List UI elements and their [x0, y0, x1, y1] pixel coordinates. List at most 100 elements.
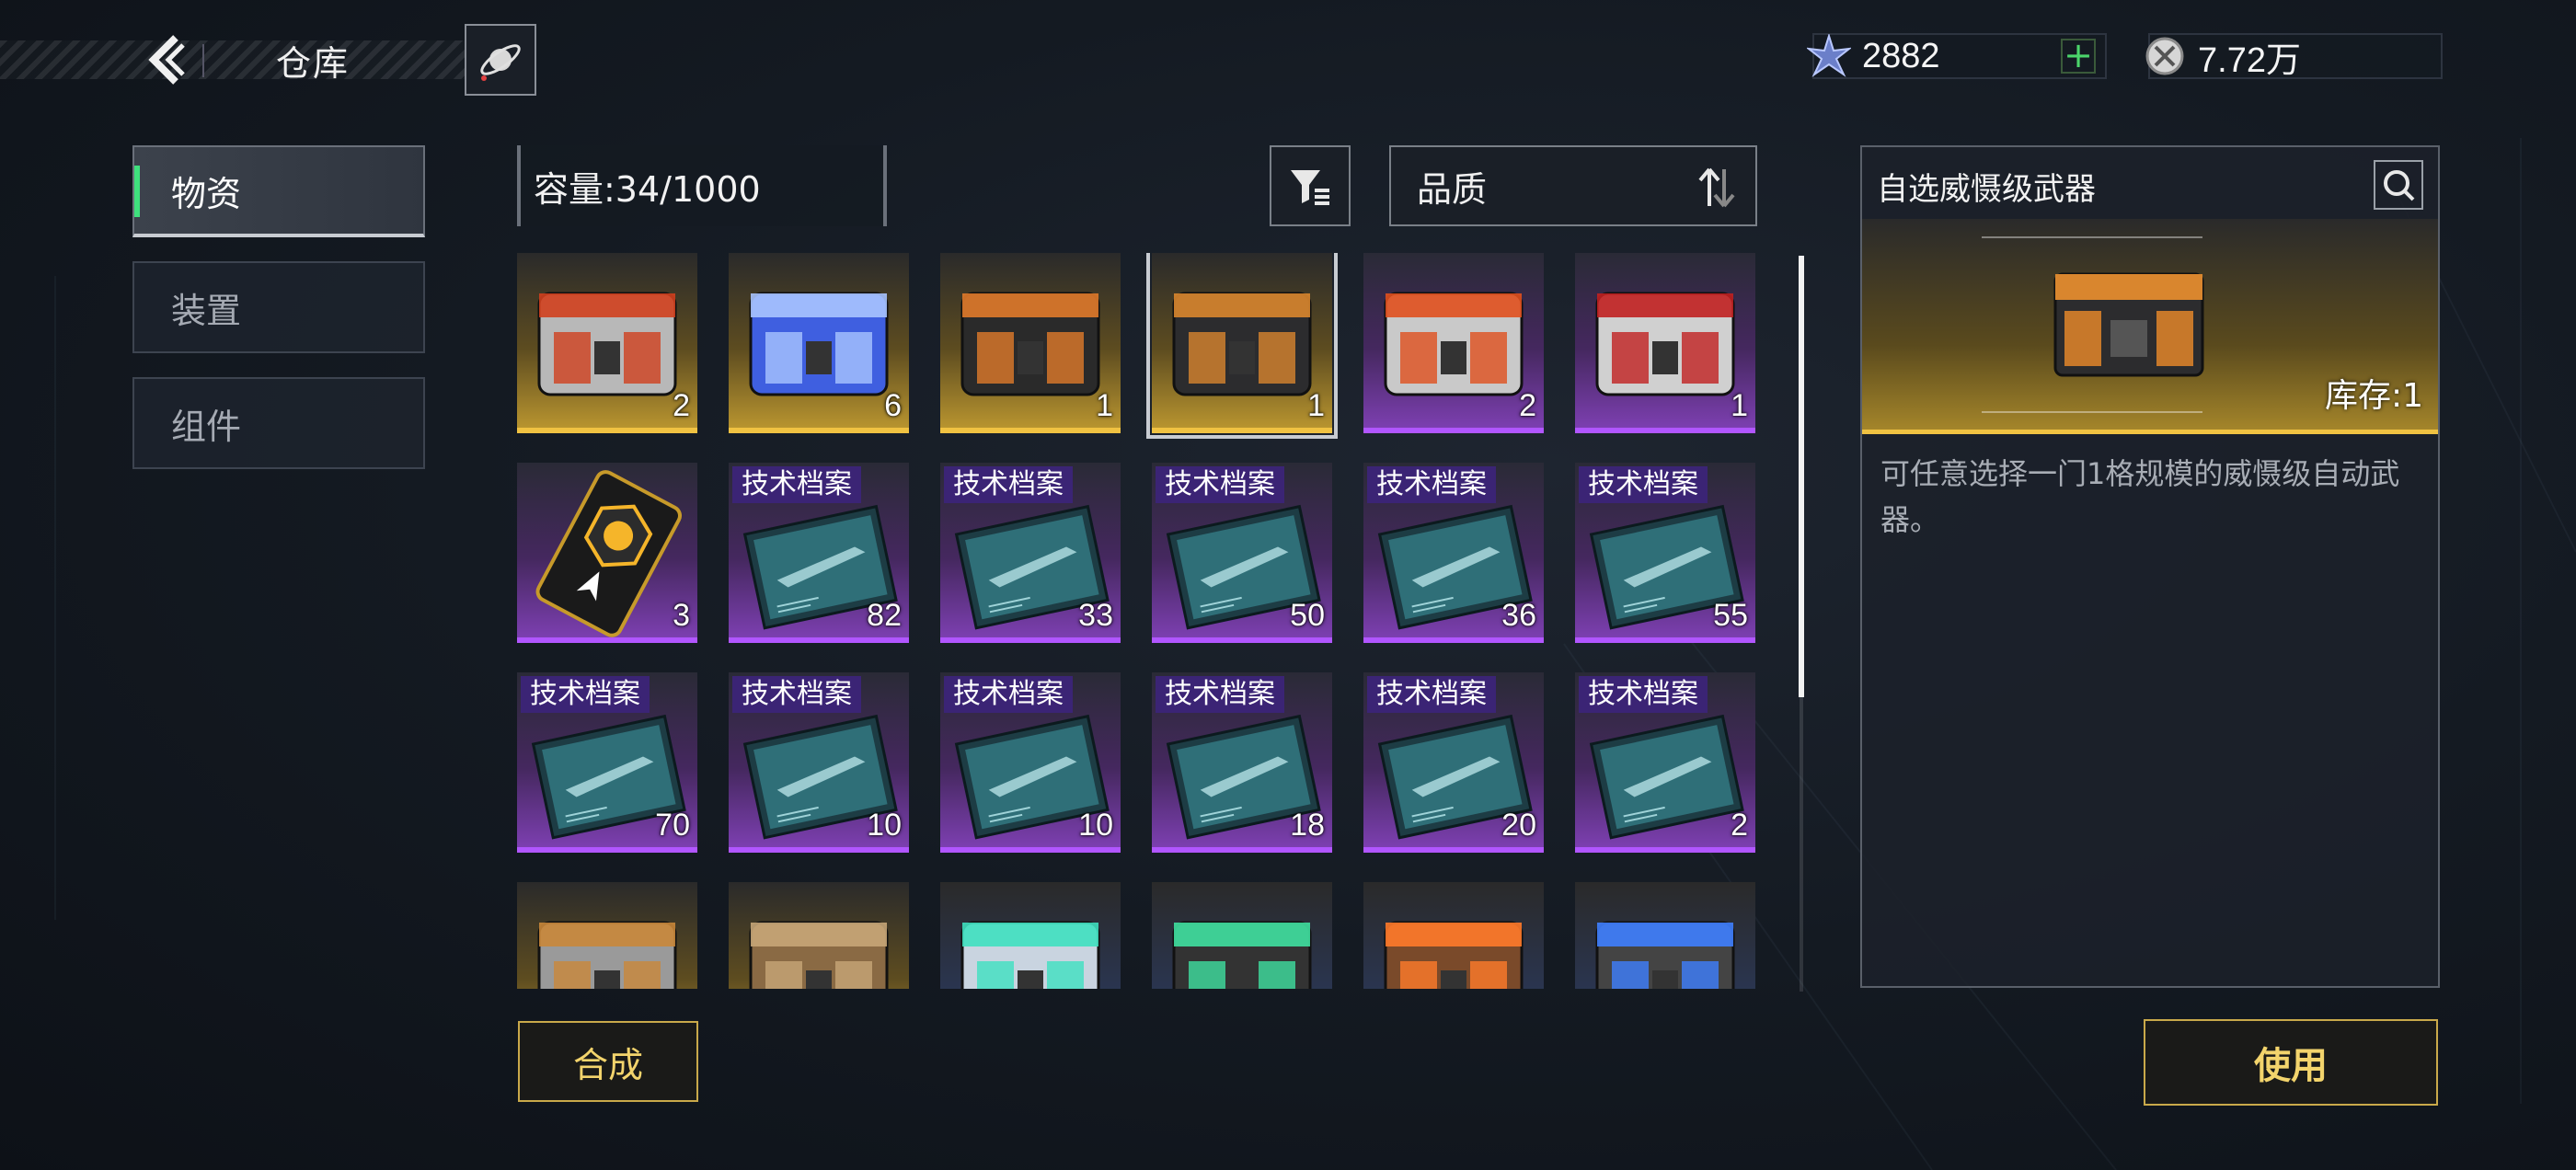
crystal-amount: 2882	[1862, 36, 1940, 75]
ore-chunk-icon	[749, 921, 889, 989]
inventory-item[interactable]: 技术档案 10	[940, 672, 1121, 853]
coin-currency: 7.72万	[2145, 33, 2443, 80]
back-arrow-icon	[148, 35, 185, 85]
item-quantity: 50	[1290, 598, 1325, 633]
inventory-item[interactable]: 6	[729, 253, 909, 433]
inventory-item[interactable]: 1	[1575, 253, 1755, 433]
core-cube-icon	[1384, 921, 1524, 989]
tab-label: 装置	[171, 290, 242, 331]
crystal-currency: 2882 +	[1807, 33, 2107, 79]
filter-icon	[1291, 170, 1329, 205]
sort-label: 品质	[1417, 168, 1488, 210]
item-description: 可任意选择一门1格规模的威慑级自动武器。	[1880, 456, 2400, 537]
item-quantity: 70	[655, 808, 690, 843]
tab-devices[interactable]: 装置	[132, 261, 425, 353]
inspect-button[interactable]	[2374, 160, 2423, 210]
item-tag: 技术档案	[1367, 676, 1496, 713]
planet-button[interactable]	[465, 24, 536, 96]
inventory-item[interactable]: 2	[1363, 253, 1544, 433]
inventory-item[interactable]: 技术档案 82	[729, 463, 909, 643]
header-stripe	[0, 40, 469, 79]
silver-crate-icon	[537, 921, 677, 989]
tab-materials[interactable]: 物资	[132, 145, 425, 237]
capacity-display: 容量:34/1000	[517, 145, 887, 226]
armor-block-icon	[1595, 292, 1735, 396]
item-quantity: 1	[1731, 388, 1748, 423]
blue-module-icon	[1595, 921, 1735, 989]
energy-cell-icon	[960, 921, 1100, 989]
item-quantity: 20	[1501, 808, 1536, 843]
inventory-item[interactable]: 1	[1146, 253, 1338, 439]
inventory-item[interactable]: 技术档案 70	[517, 672, 697, 853]
sort-dropdown[interactable]: 品质	[1389, 145, 1757, 226]
inventory-item[interactable]: 技术档案 33	[940, 463, 1121, 643]
planet-icon	[480, 44, 521, 81]
item-quantity: 1	[1307, 388, 1325, 423]
item-tag: 技术档案	[1156, 466, 1284, 503]
item-tag: 技术档案	[1579, 676, 1708, 713]
tab-label: 组件	[171, 406, 242, 447]
coin-icon	[2143, 34, 2187, 78]
crystal-icon	[1807, 34, 1851, 78]
magnifier-icon	[2384, 170, 2415, 201]
weapon-capsule-icon	[537, 292, 677, 396]
item-tag: 技术档案	[732, 676, 861, 713]
add-crystal-button[interactable]: +	[2061, 38, 2096, 74]
item-tag: 技术档案	[521, 676, 650, 713]
item-quantity: 18	[1290, 808, 1325, 843]
coin-amount: 7.72万	[2198, 40, 2301, 80]
inventory-item[interactable]	[517, 882, 697, 989]
sort-order-icon[interactable]	[1695, 166, 1739, 210]
title-divider	[202, 44, 204, 77]
synthesize-button[interactable]: 合成	[518, 1021, 698, 1102]
inventory-item[interactable]: 技术档案 10	[729, 672, 909, 853]
item-quantity: 55	[1713, 598, 1748, 633]
inventory-item[interactable]: 技术档案 18	[1152, 672, 1332, 853]
item-tag: 技术档案	[944, 466, 1073, 503]
detail-item-image: 库存:1	[1862, 219, 2438, 434]
inventory-item[interactable]	[1152, 882, 1332, 989]
item-quantity: 3	[673, 598, 690, 633]
inventory-item[interactable]: 技术档案 20	[1363, 672, 1544, 853]
item-tag: 技术档案	[732, 466, 861, 503]
page-title: 仓库	[276, 43, 351, 84]
inventory-item[interactable]: 技术档案 36	[1363, 463, 1544, 643]
item-tag: 技术档案	[1579, 466, 1708, 503]
top-bar: 仓库 2882 + 7.72万	[0, 0, 2576, 120]
inventory-item[interactable]: 技术档案 55	[1575, 463, 1755, 643]
inventory-item[interactable]	[1575, 882, 1755, 989]
orange-crate-icon	[960, 292, 1100, 396]
inventory-item[interactable]	[940, 882, 1121, 989]
inventory-item[interactable]	[729, 882, 909, 989]
item-tag: 技术档案	[944, 676, 1073, 713]
inventory-item[interactable]: 技术档案 2	[1575, 672, 1755, 853]
item-quantity: 6	[884, 388, 902, 423]
item-quantity: 2	[673, 388, 690, 423]
tab-label: 物资	[171, 173, 242, 214]
item-quantity: 2	[1519, 388, 1536, 423]
stock-count: 库存:1	[2324, 377, 2423, 415]
tab-components[interactable]: 组件	[132, 377, 425, 469]
use-button[interactable]: 使用	[2144, 1019, 2438, 1106]
emblem-card-icon	[535, 470, 683, 637]
item-quantity: 33	[1078, 598, 1113, 633]
item-quantity: 1	[1096, 388, 1113, 423]
item-quantity: 82	[867, 598, 902, 633]
inventory-item[interactable]: 3	[517, 463, 697, 643]
scrollbar[interactable]	[1799, 256, 1804, 697]
back-button[interactable]	[138, 28, 193, 92]
item-grid: 2 6 1 1 2 1 3 技术档案 82 技术档案 33 技术档案 50 技术档案 36 技术档案 55 技术档…	[517, 253, 1777, 989]
filter-button[interactable]	[1270, 145, 1351, 226]
item-tag: 技术档案	[1367, 466, 1496, 503]
inventory-item[interactable]: 1	[940, 253, 1121, 433]
inventory-item[interactable]: 2	[517, 253, 697, 433]
weapon-crate-icon	[1172, 292, 1312, 396]
item-detail-panel: 自选威慑级武器 库存:1 可任意选择一门1格规模的威慑级自动武器。	[1860, 145, 2440, 988]
engine-capsule-icon	[1384, 292, 1524, 396]
detail-title: 自选威慑级武器	[1877, 171, 2096, 208]
inventory-item[interactable]: 技术档案 50	[1152, 463, 1332, 643]
blue-crystal-box-icon	[749, 292, 889, 396]
item-quantity: 2	[1731, 808, 1748, 843]
inventory-item[interactable]	[1363, 882, 1544, 989]
green-cell-icon	[1172, 921, 1312, 989]
